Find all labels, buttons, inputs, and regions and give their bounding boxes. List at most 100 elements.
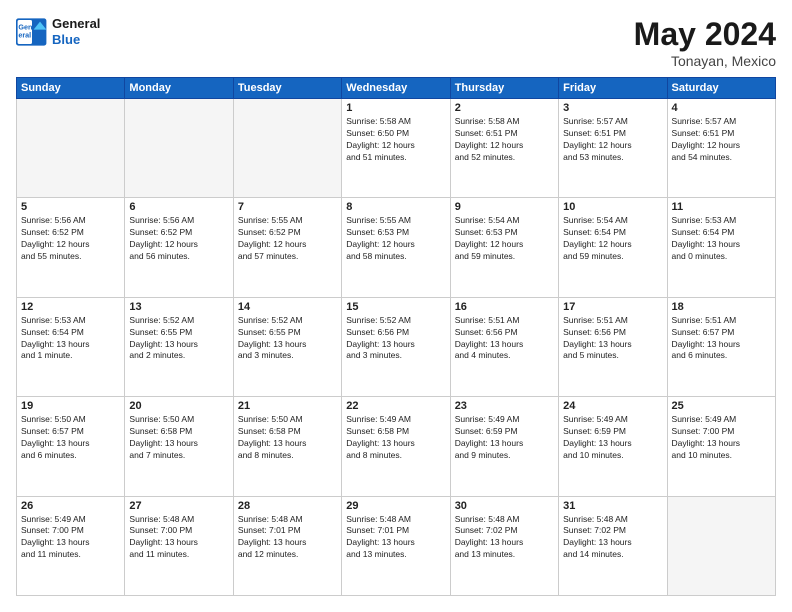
day-number: 19	[21, 400, 120, 412]
calendar-cell: 11 Sunrise: 5:53 AM Sunset: 6:54 PM Dayli…	[667, 198, 775, 297]
day-info: Sunrise: 5:48 AM Sunset: 7:02 PM Dayligh…	[455, 514, 554, 562]
logo-text: General Blue	[52, 16, 100, 47]
weekday-header-friday: Friday	[559, 78, 667, 99]
day-number: 30	[455, 500, 554, 512]
calendar-cell: 4Sunrise: 5:57 AM Sunset: 6:51 PM Daylig…	[667, 99, 775, 198]
location-title: Tonayan, Mexico	[634, 53, 776, 69]
day-info: Sunrise: 5:50 AM Sunset: 6:57 PM Dayligh…	[21, 414, 120, 462]
day-number: 14	[238, 301, 337, 313]
day-number: 25	[672, 400, 771, 412]
calendar-cell: 31 Sunrise: 5:48 AM Sunset: 7:02 PM Dayli…	[559, 496, 667, 595]
page: Gen eral General Blue May 2024 Tonayan, …	[0, 0, 792, 612]
calendar-cell: 9 Sunrise: 5:54 AM Sunset: 6:53 PM Daylig…	[450, 198, 558, 297]
day-info: Sunrise: 5:53 AM Sunset: 6:54 PM Dayligh…	[21, 315, 120, 363]
day-info: Sunrise: 5:58 AM Sunset: 6:51 PM Dayligh…	[455, 116, 554, 164]
day-number: 10	[563, 201, 662, 213]
day-number: 8	[346, 201, 445, 213]
calendar-cell: 6 Sunrise: 5:56 AM Sunset: 6:52 PM Daylig…	[125, 198, 233, 297]
day-number: 5	[21, 201, 120, 213]
calendar-cell: 29Sunrise: 5:48 AM Sunset: 7:01 PM Dayli…	[342, 496, 450, 595]
day-info: Sunrise: 5:48 AM Sunset: 7:02 PM Dayligh…	[563, 514, 662, 562]
calendar-cell: 27 Sunrise: 5:48 AM Sunset: 7:00 PM Dayli…	[125, 496, 233, 595]
calendar-cell: 3 Sunrise: 5:57 AM Sunset: 6:51 PM Daylig…	[559, 99, 667, 198]
week-row-3: 12 Sunrise: 5:53 AM Sunset: 6:54 PM Dayli…	[17, 297, 776, 396]
day-number: 18	[672, 301, 771, 313]
day-number: 17	[563, 301, 662, 313]
title-block: May 2024 Tonayan, Mexico	[634, 16, 776, 69]
day-number: 12	[21, 301, 120, 313]
day-info: Sunrise: 5:54 AM Sunset: 6:54 PM Dayligh…	[563, 215, 662, 263]
day-number: 3	[563, 102, 662, 114]
day-number: 1	[346, 102, 445, 114]
day-info: Sunrise: 5:50 AM Sunset: 6:58 PM Dayligh…	[129, 414, 228, 462]
calendar-cell: 26 Sunrise: 5:49 AM Sunset: 7:00 PM Dayli…	[17, 496, 125, 595]
day-number: 23	[455, 400, 554, 412]
week-row-1: 1 Sunrise: 5:58 AM Sunset: 6:50 PM Daylig…	[17, 99, 776, 198]
calendar-cell: 14 Sunrise: 5:52 AM Sunset: 6:55 PM Dayli…	[233, 297, 341, 396]
day-info: Sunrise: 5:48 AM Sunset: 7:00 PM Dayligh…	[129, 514, 228, 562]
day-info: Sunrise: 5:57 AM Sunset: 6:51 PM Dayligh…	[563, 116, 662, 164]
day-info: Sunrise: 5:49 AM Sunset: 6:58 PM Dayligh…	[346, 414, 445, 462]
day-number: 21	[238, 400, 337, 412]
day-number: 15	[346, 301, 445, 313]
day-info: Sunrise: 5:51 AM Sunset: 6:56 PM Dayligh…	[455, 315, 554, 363]
calendar-cell: 7Sunrise: 5:55 AM Sunset: 6:52 PM Daylig…	[233, 198, 341, 297]
day-info: Sunrise: 5:50 AM Sunset: 6:58 PM Dayligh…	[238, 414, 337, 462]
svg-text:eral: eral	[18, 30, 31, 39]
day-info: Sunrise: 5:53 AM Sunset: 6:54 PM Dayligh…	[672, 215, 771, 263]
day-number: 27	[129, 500, 228, 512]
calendar-cell: 15 Sunrise: 5:52 AM Sunset: 6:56 PM Dayli…	[342, 297, 450, 396]
logo: Gen eral General Blue	[16, 16, 100, 47]
calendar-cell: 25Sunrise: 5:49 AM Sunset: 7:00 PM Dayli…	[667, 397, 775, 496]
header: Gen eral General Blue May 2024 Tonayan, …	[16, 16, 776, 69]
calendar-cell	[233, 99, 341, 198]
week-row-4: 19 Sunrise: 5:50 AM Sunset: 6:57 PM Dayli…	[17, 397, 776, 496]
month-title: May 2024	[634, 16, 776, 53]
calendar-table: SundayMondayTuesdayWednesdayThursdayFrid…	[16, 77, 776, 596]
calendar-cell: 8 Sunrise: 5:55 AM Sunset: 6:53 PM Daylig…	[342, 198, 450, 297]
weekday-header-wednesday: Wednesday	[342, 78, 450, 99]
day-info: Sunrise: 5:49 AM Sunset: 6:59 PM Dayligh…	[563, 414, 662, 462]
week-row-5: 26 Sunrise: 5:49 AM Sunset: 7:00 PM Dayli…	[17, 496, 776, 595]
day-number: 31	[563, 500, 662, 512]
calendar-cell: 22Sunrise: 5:49 AM Sunset: 6:58 PM Dayli…	[342, 397, 450, 496]
day-info: Sunrise: 5:48 AM Sunset: 7:01 PM Dayligh…	[346, 514, 445, 562]
calendar-cell: 17 Sunrise: 5:51 AM Sunset: 6:56 PM Dayli…	[559, 297, 667, 396]
weekday-header-saturday: Saturday	[667, 78, 775, 99]
day-number: 9	[455, 201, 554, 213]
day-number: 6	[129, 201, 228, 213]
calendar-cell: 12 Sunrise: 5:53 AM Sunset: 6:54 PM Dayli…	[17, 297, 125, 396]
calendar-cell: 5 Sunrise: 5:56 AM Sunset: 6:52 PM Daylig…	[17, 198, 125, 297]
calendar-cell: 21 Sunrise: 5:50 AM Sunset: 6:58 PM Dayli…	[233, 397, 341, 496]
day-info: Sunrise: 5:49 AM Sunset: 6:59 PM Dayligh…	[455, 414, 554, 462]
day-info: Sunrise: 5:51 AM Sunset: 6:56 PM Dayligh…	[563, 315, 662, 363]
calendar-cell: 20 Sunrise: 5:50 AM Sunset: 6:58 PM Dayli…	[125, 397, 233, 496]
calendar-cell: 10 Sunrise: 5:54 AM Sunset: 6:54 PM Dayli…	[559, 198, 667, 297]
day-info: Sunrise: 5:56 AM Sunset: 6:52 PM Dayligh…	[21, 215, 120, 263]
day-info: Sunrise: 5:52 AM Sunset: 6:56 PM Dayligh…	[346, 315, 445, 363]
day-number: 26	[21, 500, 120, 512]
day-number: 11	[672, 201, 771, 213]
day-info: Sunrise: 5:58 AM Sunset: 6:50 PM Dayligh…	[346, 116, 445, 164]
day-number: 28	[238, 500, 337, 512]
day-number: 13	[129, 301, 228, 313]
calendar-cell: 19 Sunrise: 5:50 AM Sunset: 6:57 PM Dayli…	[17, 397, 125, 496]
day-number: 20	[129, 400, 228, 412]
generalblue-logo-icon: Gen eral	[16, 18, 48, 46]
calendar-cell: 16Sunrise: 5:51 AM Sunset: 6:56 PM Dayli…	[450, 297, 558, 396]
day-info: Sunrise: 5:52 AM Sunset: 6:55 PM Dayligh…	[238, 315, 337, 363]
day-info: Sunrise: 5:51 AM Sunset: 6:57 PM Dayligh…	[672, 315, 771, 363]
calendar-cell: 24Sunrise: 5:49 AM Sunset: 6:59 PM Dayli…	[559, 397, 667, 496]
day-info: Sunrise: 5:55 AM Sunset: 6:53 PM Dayligh…	[346, 215, 445, 263]
day-info: Sunrise: 5:54 AM Sunset: 6:53 PM Dayligh…	[455, 215, 554, 263]
calendar-cell: 2 Sunrise: 5:58 AM Sunset: 6:51 PM Daylig…	[450, 99, 558, 198]
day-number: 7	[238, 201, 337, 213]
day-info: Sunrise: 5:56 AM Sunset: 6:52 PM Dayligh…	[129, 215, 228, 263]
day-info: Sunrise: 5:48 AM Sunset: 7:01 PM Dayligh…	[238, 514, 337, 562]
weekday-header-thursday: Thursday	[450, 78, 558, 99]
day-number: 2	[455, 102, 554, 114]
day-info: Sunrise: 5:49 AM Sunset: 7:00 PM Dayligh…	[21, 514, 120, 562]
calendar-cell	[125, 99, 233, 198]
week-row-2: 5 Sunrise: 5:56 AM Sunset: 6:52 PM Daylig…	[17, 198, 776, 297]
calendar-cell: 1 Sunrise: 5:58 AM Sunset: 6:50 PM Daylig…	[342, 99, 450, 198]
